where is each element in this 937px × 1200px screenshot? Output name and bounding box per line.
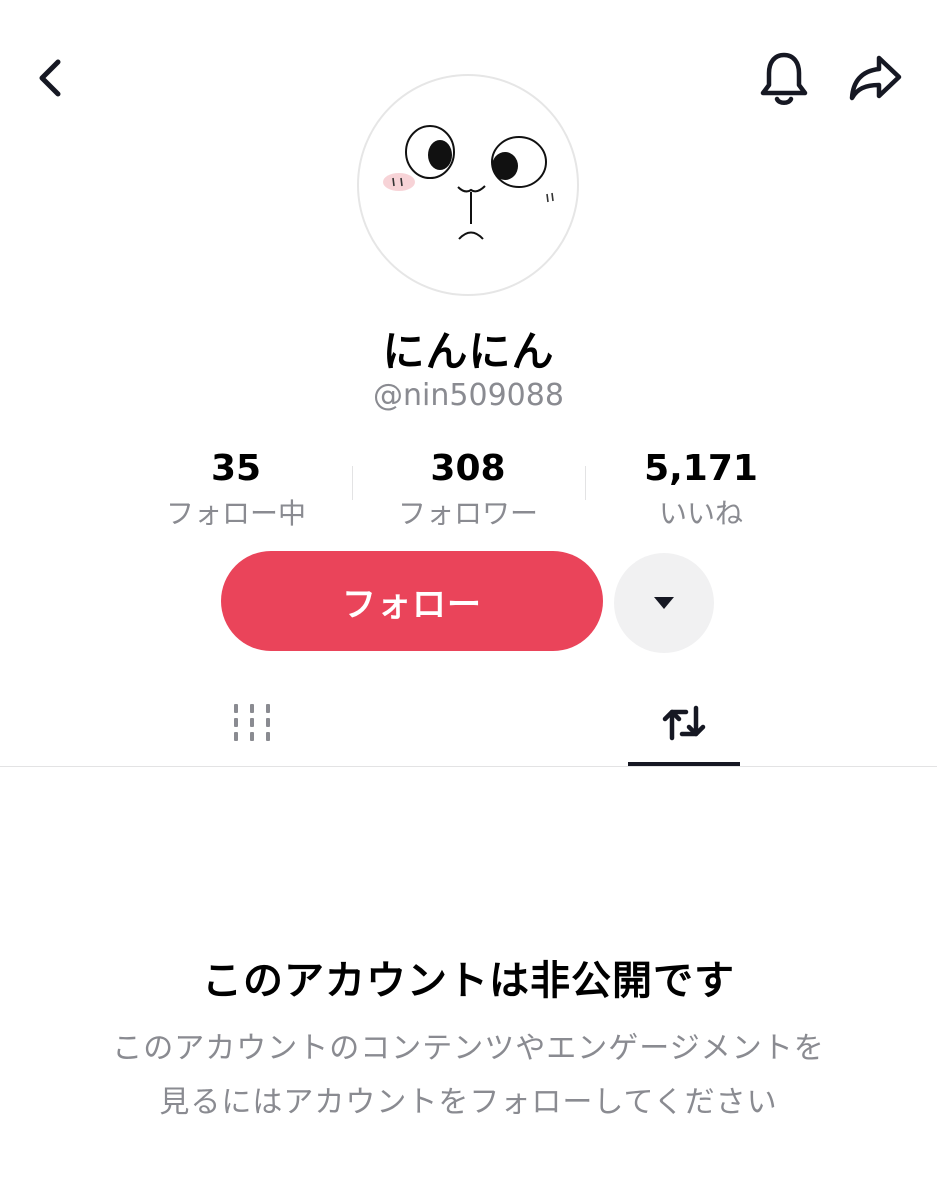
stat-followers-value: 308	[430, 448, 506, 489]
grid-icon	[234, 704, 270, 741]
tab-reposts[interactable]	[574, 680, 794, 766]
stat-likes-label: いいね	[658, 497, 743, 530]
stat-likes[interactable]: 5,171 いいね	[591, 446, 811, 534]
share-arrow-icon	[849, 55, 902, 101]
chevron-left-icon	[39, 59, 61, 97]
private-account-description: このアカウントのコンテンツやエンゲージメントを 見るにはアカウントをフォローして…	[40, 1022, 897, 1130]
stat-followers[interactable]: 308 フォロワー	[358, 446, 578, 534]
stat-following[interactable]: 35 フォロー中	[126, 446, 346, 534]
tab-divider	[0, 766, 937, 767]
stat-divider	[352, 466, 353, 500]
profile-avatar[interactable]	[357, 74, 579, 296]
bell-icon	[760, 52, 808, 105]
stat-likes-value: 5,171	[644, 448, 758, 489]
stat-followers-label: フォロワー	[397, 497, 538, 530]
stat-following-label: フォロー中	[165, 497, 306, 530]
notification-bell-button[interactable]	[752, 48, 816, 108]
follow-button[interactable]: フォロー	[221, 551, 603, 651]
repost-icon	[662, 705, 706, 741]
caret-down-icon	[654, 597, 674, 609]
stat-divider	[585, 466, 586, 500]
more-options-button[interactable]	[614, 553, 714, 653]
username: @nin509088	[373, 378, 564, 413]
private-description-line-2: 見るにはアカウントをフォローしてください	[159, 1085, 778, 1120]
cartoon-face-avatar-image	[383, 125, 554, 240]
display-name: にんにん	[382, 327, 555, 376]
private-account-title: このアカウントは非公開です	[202, 958, 735, 1004]
private-description-line-1: このアカウントのコンテンツやエンゲージメントを	[112, 1031, 825, 1066]
stat-following-value: 35	[210, 448, 262, 489]
share-button[interactable]	[842, 48, 910, 108]
back-button[interactable]	[22, 48, 78, 108]
tab-videos[interactable]	[142, 680, 362, 766]
